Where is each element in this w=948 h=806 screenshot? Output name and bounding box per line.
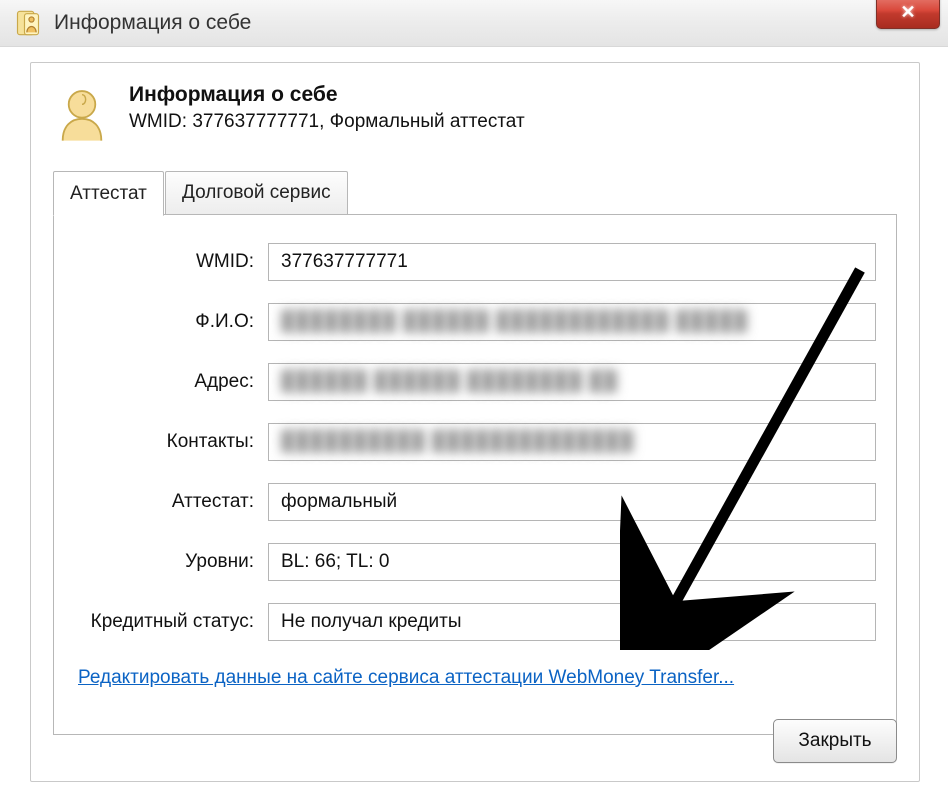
app-icon	[14, 9, 42, 37]
label-wmid: WMID:	[74, 251, 268, 273]
titlebar: Информация о себе ✕	[0, 0, 948, 47]
info-window: Информация о себе ✕ Информация о себе WM…	[0, 0, 948, 806]
row-wmid: WMID: 377637777771	[74, 243, 876, 281]
field-certificate[interactable]: формальный	[268, 483, 876, 521]
window-close-button[interactable]: ✕	[876, 0, 940, 29]
field-credit[interactable]: Не получал кредиты	[268, 603, 876, 641]
label-contacts: Контакты:	[74, 431, 268, 453]
header-title: Информация о себе	[129, 83, 525, 107]
header-subtitle: WMID: 377637777771, Формальный аттестат	[129, 111, 525, 133]
row-levels: Уровни: BL: 66; TL: 0	[74, 543, 876, 581]
label-fio: Ф.И.О:	[74, 311, 268, 333]
field-contacts[interactable]: ██████████ ██████████████	[268, 423, 876, 461]
edit-data-link[interactable]: Редактировать данные на сайте сервиса ат…	[78, 667, 734, 689]
tab-label: Аттестат	[70, 183, 147, 205]
row-contacts: Контакты: ██████████ ██████████████	[74, 423, 876, 461]
tab-certificate[interactable]: Аттестат	[53, 171, 164, 216]
header-row: Информация о себе WMID: 377637777771, Фо…	[53, 83, 897, 143]
close-button-label: Закрыть	[798, 730, 871, 752]
field-wmid[interactable]: 377637777771	[268, 243, 876, 281]
main-panel: Информация о себе WMID: 377637777771, Фо…	[30, 62, 920, 782]
field-address[interactable]: ██████ ██████ ████████ ██	[268, 363, 876, 401]
label-certificate: Аттестат:	[74, 491, 268, 513]
close-icon: ✕	[900, 2, 915, 23]
tabstrip: Аттестат Долговой сервис	[53, 171, 897, 215]
form-area: WMID: 377637777771 Ф.И.О: ████████ █████…	[53, 215, 897, 735]
row-credit: Кредитный статус: Не получал кредиты	[74, 603, 876, 641]
row-fio: Ф.И.О: ████████ ██████ ████████████ ████…	[74, 303, 876, 341]
header-texts: Информация о себе WMID: 377637777771, Фо…	[129, 83, 525, 133]
tab-label: Долговой сервис	[182, 182, 331, 204]
field-fio[interactable]: ████████ ██████ ████████████ █████	[268, 303, 876, 341]
tab-debt-service[interactable]: Долговой сервис	[165, 171, 348, 215]
field-levels[interactable]: BL: 66; TL: 0	[268, 543, 876, 581]
window-title: Информация о себе	[54, 11, 251, 35]
label-address: Адрес:	[74, 371, 268, 393]
close-button[interactable]: Закрыть	[773, 719, 897, 763]
label-credit: Кредитный статус:	[74, 611, 268, 633]
label-levels: Уровни:	[74, 551, 268, 573]
row-address: Адрес: ██████ ██████ ████████ ██	[74, 363, 876, 401]
row-certificate: Аттестат: формальный	[74, 483, 876, 521]
user-avatar-icon	[53, 85, 111, 143]
